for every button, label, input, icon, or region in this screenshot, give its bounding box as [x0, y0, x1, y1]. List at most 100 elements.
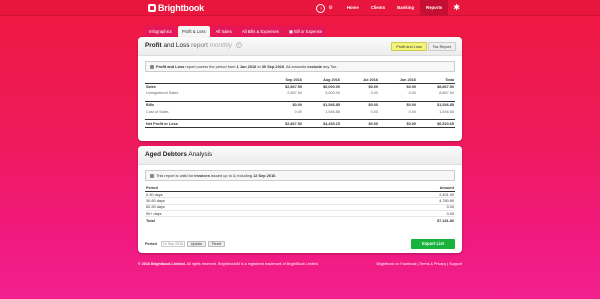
- brand-name: Brightbook: [158, 3, 204, 13]
- row-label[interactable]: Cost of Sales: [145, 108, 267, 115]
- reset-button[interactable]: Reset: [208, 241, 226, 247]
- cell-value: $2,867.50: [267, 119, 303, 129]
- info-banner: This report is valid for invoices issued…: [145, 170, 455, 181]
- table-row: Cost of Sales 0.00 1,546.85 0.00 0.00 1,…: [145, 108, 455, 115]
- aged-debtors-table: Period Amount 0-30 days 2,401.00 30-60 d…: [145, 185, 455, 225]
- brand-logo[interactable]: Brightbook: [148, 3, 204, 13]
- cell-value: $0.00: [379, 83, 417, 91]
- info-date: 12 Sep 2016: [253, 173, 276, 178]
- cell-value: 0.00: [408, 91, 416, 96]
- profit-loss-panel: Profit and Loss report monthly + Profit …: [138, 37, 462, 141]
- info-icon: [150, 173, 154, 178]
- title-bold: Profit: [145, 42, 162, 49]
- row-label: Net Profit or Loss: [145, 119, 267, 129]
- cell-value: 0.00: [370, 109, 378, 114]
- cell-value: 2,867.50: [287, 91, 302, 96]
- cell-value: $0.00: [341, 83, 379, 91]
- title-period: monthly: [207, 42, 233, 49]
- info-to-date: 30 Sep 2016: [261, 64, 285, 69]
- cell-value: $0.00: [341, 119, 379, 129]
- cell-value: $6,000.00: [303, 83, 341, 91]
- cell-value: $2,867.50: [267, 83, 303, 91]
- main-nav: ? ⚙ Home Clients Banking Reports ✱: [316, 0, 460, 16]
- info-text-2: issued up to & including: [209, 173, 254, 178]
- info-icon: [150, 64, 154, 69]
- cell-value: $6,520.65: [417, 119, 455, 129]
- info-text-3: .: [275, 173, 277, 178]
- cell-value: 8,867.50: [439, 91, 454, 96]
- cell-value: 0.00: [408, 109, 416, 114]
- notifications-icon[interactable]: ⚙: [328, 5, 332, 11]
- cell-value: 1,546.85: [439, 109, 454, 114]
- col-header: Aug 2016: [323, 78, 340, 83]
- page-title: Profit and Loss report monthly +: [145, 42, 242, 49]
- cell-value: $4,453.15: [303, 119, 341, 129]
- cell-value: 1,546.85: [325, 109, 340, 114]
- info-from-date: 1 Jun 2016: [236, 64, 257, 69]
- info-report-name: Profit and Loss: [156, 64, 185, 69]
- tab-profit-loss[interactable]: Profit & Loss: [177, 26, 210, 37]
- top-navbar: Brightbook ? ⚙ Home Clients Banking Repo…: [0, 0, 600, 16]
- table-row: Sales $2,867.50 $6,000.00 $0.00 $0.00 $8…: [145, 83, 455, 91]
- cell-value: $0.00: [379, 101, 417, 109]
- nav-reports[interactable]: Reports: [420, 0, 449, 16]
- tab-all-bills-expenses[interactable]: All Bills & Expenses: [237, 26, 283, 37]
- table-row-total: Total $7,181.80: [145, 216, 455, 225]
- row-label[interactable]: Unregistered Sales: [145, 90, 267, 97]
- export-list-button[interactable]: Export List: [411, 239, 455, 249]
- row-label: Bills: [145, 101, 267, 109]
- tab-infographics[interactable]: Infographics: [145, 26, 176, 37]
- table-header-row: Sep 2016 Aug 2016 Jul 2016 Jun 2016 Tota…: [145, 77, 455, 84]
- expand-icon[interactable]: +: [235, 42, 242, 49]
- cell-value: 0.00: [370, 91, 378, 96]
- cell-value: $1,546.85: [303, 101, 341, 109]
- table-row: Unregistered Sales 2,867.50 5,000.00 0.0…: [145, 90, 455, 97]
- nav-home[interactable]: Home: [341, 0, 365, 16]
- title-rest: Analysis: [186, 151, 213, 158]
- period-label: Period: [145, 242, 157, 246]
- nav-clients[interactable]: Clients: [365, 0, 391, 16]
- cell-value: $0.00: [341, 101, 379, 109]
- report-tabs: Infographics Profit & Loss All Sales All…: [145, 26, 327, 37]
- aged-debtors-header: Aged Debtors Analysis: [138, 146, 462, 165]
- add-bill-icon: ▣: [288, 29, 294, 34]
- footer-links[interactable]: Brightbook on Facebook | Terms & Privacy…: [377, 262, 462, 266]
- cell-value: $0.00: [267, 101, 303, 109]
- help-icon[interactable]: ?: [316, 3, 326, 13]
- settings-gear-icon[interactable]: ✱: [448, 0, 460, 16]
- cell-value: 5,000.00: [325, 91, 340, 96]
- info-exclude: exclude: [307, 64, 322, 69]
- table-row: Bills $0.00 $1,546.85 $0.00 $0.00 $1,546…: [145, 101, 455, 109]
- cell-value: $1,546.85: [417, 101, 455, 109]
- tab-bill-or-expense[interactable]: ▣Bill or Expense: [284, 26, 327, 37]
- tax-report-button[interactable]: Tax Report: [427, 42, 456, 51]
- profit-loss-button[interactable]: Profit and Loss: [391, 42, 427, 51]
- footer-copyright: © 2016 Brightbook Limited. All rights re…: [138, 262, 319, 266]
- cell-value: 0.00: [294, 109, 302, 114]
- title-rest: and Loss: [161, 42, 190, 49]
- title-light: report: [189, 42, 208, 49]
- info-text-3: . All amounts: [284, 64, 308, 69]
- col-header: Total: [445, 78, 454, 83]
- update-button[interactable]: Update: [186, 241, 207, 247]
- trademark-text: All rights reserved. BrightbookIM is a r…: [185, 262, 319, 266]
- row-label: Sales: [145, 83, 267, 91]
- copyright-text: © 2016 Brightbook Limited.: [138, 262, 186, 266]
- col-header: Jul 2016: [363, 78, 378, 83]
- info-invoices: invoices: [194, 173, 210, 178]
- total-label: Total: [145, 216, 308, 225]
- cell-value: $8,867.50: [417, 83, 455, 91]
- total-value: $7,181.80: [307, 216, 455, 225]
- table-row-total: Net Profit or Loss $2,867.50 $4,453.15 $…: [145, 119, 455, 129]
- profit-loss-table: Sep 2016 Aug 2016 Jul 2016 Jun 2016 Tota…: [145, 77, 455, 129]
- brand-logo-icon: [148, 4, 156, 12]
- tab-all-sales[interactable]: All Sales: [211, 26, 236, 37]
- info-text-4: any Tax.: [321, 64, 338, 69]
- col-header: Sep 2016: [285, 78, 302, 83]
- period-date-input[interactable]: 12 Sep 2016: [160, 241, 185, 247]
- info-text-1: report covers the period from: [184, 64, 237, 69]
- info-banner: Profit and Loss report covers the period…: [145, 61, 455, 72]
- nav-banking[interactable]: Banking: [391, 0, 420, 16]
- cell-value: $0.00: [379, 119, 417, 129]
- profit-loss-header: Profit and Loss report monthly + Profit …: [138, 37, 462, 56]
